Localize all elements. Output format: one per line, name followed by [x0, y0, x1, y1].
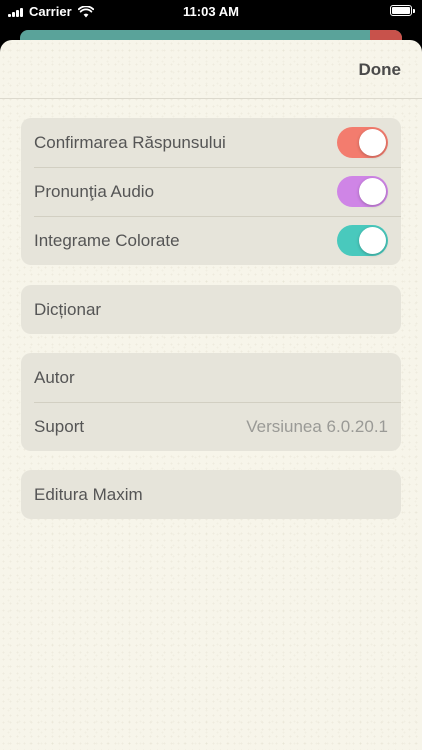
- setting-row-answer-confirmation: Confirmarea Răspunsului: [21, 118, 401, 167]
- toggle-knob: [359, 129, 386, 156]
- author-label: Autor: [34, 367, 75, 387]
- done-button[interactable]: Done: [359, 60, 402, 80]
- audio-pronunciation-toggle[interactable]: [337, 176, 388, 207]
- setting-label: Confirmarea Răspunsului: [34, 132, 226, 152]
- version-text: Versiunea 6.0.20.1: [246, 416, 388, 436]
- setting-row-colored-crosswords: Integrame Colorate: [21, 216, 401, 265]
- setting-label: Pronunţia Audio: [34, 181, 155, 201]
- battery-icon: [390, 5, 415, 16]
- toggle-knob: [359, 227, 386, 254]
- dictionary-group: Dicționar: [21, 285, 401, 334]
- sheet-header: Done: [0, 40, 422, 99]
- publisher-label: Editura Maxim: [34, 484, 143, 504]
- setting-row-audio-pronunciation: Pronunţia Audio: [21, 167, 401, 216]
- dictionary-label: Dicționar: [34, 299, 102, 319]
- dictionary-row[interactable]: Dicționar: [21, 285, 401, 334]
- settings-group: Confirmarea Răspunsului Pronunţia Audio …: [21, 118, 401, 265]
- toggle-knob: [359, 178, 386, 205]
- answer-confirmation-toggle[interactable]: [337, 127, 388, 158]
- colored-crosswords-toggle[interactable]: [337, 225, 388, 256]
- about-group: Autor Suport Versiunea 6.0.20.1: [21, 353, 401, 451]
- publisher-row[interactable]: Editura Maxim: [21, 470, 401, 519]
- settings-sheet: Done Confirmarea Răspunsului Pronunţia A…: [0, 40, 422, 750]
- publisher-group: Editura Maxim: [21, 470, 401, 519]
- battery-level: [392, 7, 410, 14]
- support-row[interactable]: Suport Versiunea 6.0.20.1: [21, 402, 401, 451]
- app-screen: Carrier 11:03 AM Done Confirmarea Răspun…: [0, 0, 422, 750]
- setting-label: Integrame Colorate: [34, 230, 180, 250]
- status-time: 11:03 AM: [183, 4, 239, 19]
- author-row[interactable]: Autor: [21, 353, 401, 402]
- support-label: Suport: [34, 416, 85, 436]
- status-bar: Carrier 11:03 AM: [0, 0, 422, 24]
